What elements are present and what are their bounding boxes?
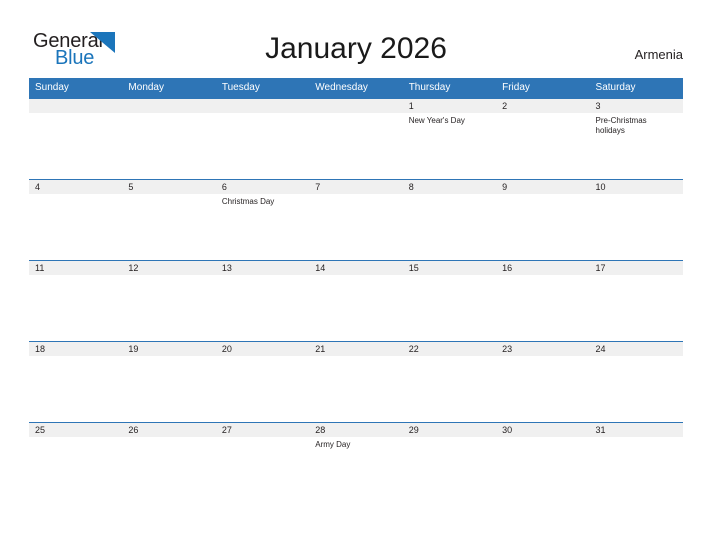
day-number[interactable]: 10 bbox=[590, 180, 683, 194]
weekday-header-friday: Friday bbox=[502, 82, 530, 93]
day-event[interactable] bbox=[309, 275, 402, 341]
week-date-band: 18 19 20 21 22 23 24 bbox=[29, 341, 683, 356]
day-event[interactable]: Army Day bbox=[309, 437, 402, 503]
day-event[interactable] bbox=[29, 275, 122, 341]
day-number[interactable]: 23 bbox=[496, 342, 589, 356]
day-number[interactable]: 12 bbox=[122, 261, 215, 275]
day-event[interactable] bbox=[122, 437, 215, 503]
week-event-band bbox=[29, 275, 683, 341]
day-event[interactable] bbox=[403, 275, 496, 341]
day-number[interactable]: 30 bbox=[496, 423, 589, 437]
day-number[interactable]: 9 bbox=[496, 180, 589, 194]
day-number[interactable]: 16 bbox=[496, 261, 589, 275]
day-event[interactable] bbox=[216, 275, 309, 341]
weekday-header-monday: Monday bbox=[128, 82, 164, 93]
day-event[interactable] bbox=[216, 356, 309, 422]
day-number[interactable]: 4 bbox=[29, 180, 122, 194]
day-event[interactable] bbox=[29, 113, 122, 179]
day-event[interactable] bbox=[590, 437, 683, 503]
day-number[interactable]: 25 bbox=[29, 423, 122, 437]
day-number[interactable]: 26 bbox=[122, 423, 215, 437]
page-header: General Blue January 2026 Armenia bbox=[0, 0, 712, 78]
day-number[interactable]: 29 bbox=[403, 423, 496, 437]
day-number[interactable]: 11 bbox=[29, 261, 122, 275]
day-event[interactable] bbox=[403, 437, 496, 503]
week-date-band: 11 12 13 14 15 16 17 bbox=[29, 260, 683, 275]
day-number[interactable]: 3 bbox=[590, 99, 683, 113]
day-event[interactable] bbox=[496, 113, 589, 179]
calendar-week-row: 18 19 20 21 22 23 24 bbox=[29, 341, 683, 422]
day-event[interactable] bbox=[496, 437, 589, 503]
day-number[interactable]: 22 bbox=[403, 342, 496, 356]
weekday-header-wednesday: Wednesday bbox=[315, 82, 368, 93]
week-date-band: 1 2 3 bbox=[29, 98, 683, 113]
calendar-week-row: 1 2 3 New Year's Day Pre-Christmas holid… bbox=[29, 98, 683, 179]
week-event-band: New Year's Day Pre-Christmas holidays bbox=[29, 113, 683, 179]
day-event[interactable]: Christmas Day bbox=[216, 194, 309, 260]
day-number[interactable]: 18 bbox=[29, 342, 122, 356]
day-number[interactable]: 1 bbox=[403, 99, 496, 113]
day-event[interactable] bbox=[496, 356, 589, 422]
day-event[interactable] bbox=[403, 356, 496, 422]
day-event[interactable]: New Year's Day bbox=[403, 113, 496, 179]
day-number[interactable]: 17 bbox=[590, 261, 683, 275]
day-number[interactable]: 24 bbox=[590, 342, 683, 356]
weekday-header-sunday: Sunday bbox=[35, 82, 69, 93]
day-event[interactable]: Pre-Christmas holidays bbox=[590, 113, 683, 179]
day-number[interactable]: 13 bbox=[216, 261, 309, 275]
day-event[interactable] bbox=[496, 194, 589, 260]
day-event[interactable] bbox=[122, 356, 215, 422]
day-event[interactable] bbox=[122, 275, 215, 341]
day-event[interactable] bbox=[216, 437, 309, 503]
weekday-header-saturday: Saturday bbox=[595, 82, 636, 93]
day-event[interactable] bbox=[309, 113, 402, 179]
calendar-week-row: 25 26 27 28 29 30 31 Army Day bbox=[29, 422, 683, 503]
week-event-band: Army Day bbox=[29, 437, 683, 503]
day-event[interactable] bbox=[590, 356, 683, 422]
weekday-header-thursday: Thursday bbox=[408, 82, 451, 93]
day-event[interactable] bbox=[122, 113, 215, 179]
day-number[interactable]: 27 bbox=[216, 423, 309, 437]
week-date-band: 25 26 27 28 29 30 31 bbox=[29, 422, 683, 437]
day-event[interactable] bbox=[590, 194, 683, 260]
day-number[interactable] bbox=[122, 99, 215, 113]
day-number[interactable]: 8 bbox=[403, 180, 496, 194]
calendar-week-row: 11 12 13 14 15 16 17 bbox=[29, 260, 683, 341]
day-event[interactable] bbox=[309, 194, 402, 260]
day-event[interactable] bbox=[309, 356, 402, 422]
day-number[interactable]: 7 bbox=[309, 180, 402, 194]
day-event[interactable] bbox=[122, 194, 215, 260]
day-number[interactable]: 19 bbox=[122, 342, 215, 356]
day-number[interactable]: 31 bbox=[590, 423, 683, 437]
week-event-band bbox=[29, 356, 683, 422]
day-number[interactable]: 14 bbox=[309, 261, 402, 275]
day-number[interactable]: 2 bbox=[496, 99, 589, 113]
day-number[interactable]: 5 bbox=[122, 180, 215, 194]
day-number[interactable] bbox=[216, 99, 309, 113]
day-event[interactable] bbox=[29, 356, 122, 422]
day-number[interactable]: 6 bbox=[216, 180, 309, 194]
calendar-grid: Sunday Monday Tuesday Wednesday Thursday… bbox=[29, 78, 683, 503]
day-event[interactable] bbox=[496, 275, 589, 341]
calendar-week-row: 4 5 6 7 8 9 10 Christmas Day bbox=[29, 179, 683, 260]
country-label: Armenia bbox=[634, 47, 683, 62]
day-number[interactable]: 21 bbox=[309, 342, 402, 356]
day-number[interactable]: 28 bbox=[309, 423, 402, 437]
day-number[interactable] bbox=[309, 99, 402, 113]
day-event[interactable] bbox=[29, 194, 122, 260]
day-number[interactable] bbox=[29, 99, 122, 113]
day-event[interactable] bbox=[216, 113, 309, 179]
day-number[interactable]: 15 bbox=[403, 261, 496, 275]
day-event[interactable] bbox=[29, 437, 122, 503]
day-number[interactable]: 20 bbox=[216, 342, 309, 356]
day-event[interactable] bbox=[590, 275, 683, 341]
weekday-header-row: Sunday Monday Tuesday Wednesday Thursday… bbox=[29, 78, 683, 98]
page-title: January 2026 bbox=[265, 32, 447, 65]
week-event-band: Christmas Day bbox=[29, 194, 683, 260]
weekday-header-tuesday: Tuesday bbox=[221, 82, 260, 93]
week-date-band: 4 5 6 7 8 9 10 bbox=[29, 179, 683, 194]
day-event[interactable] bbox=[403, 194, 496, 260]
